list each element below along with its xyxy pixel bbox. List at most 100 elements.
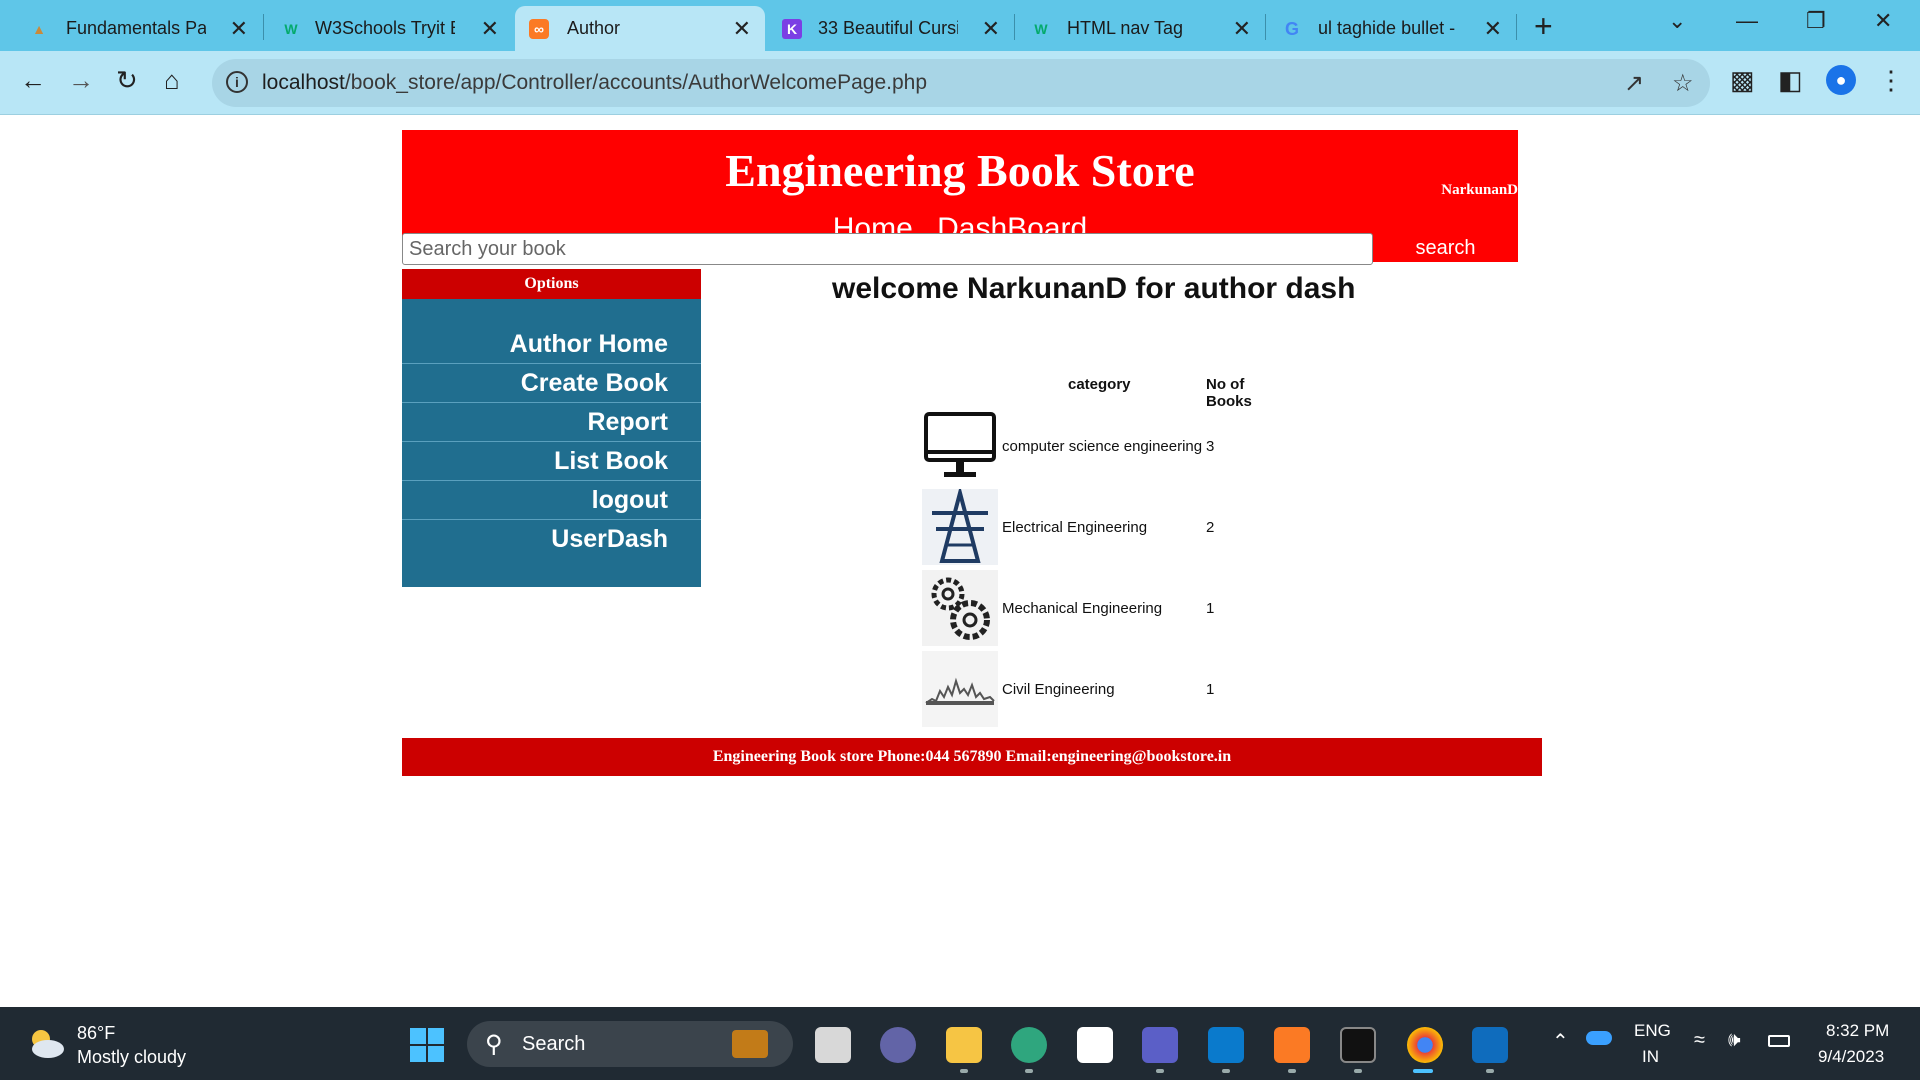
k-icon: K	[782, 19, 802, 39]
side-panel-icon[interactable]: ◧	[1778, 65, 1803, 96]
forward-arrow-icon[interactable]: →	[68, 65, 94, 96]
restore-button[interactable]: ❐	[1806, 8, 1826, 34]
taskbar-search[interactable]: ⚲ Search	[467, 1021, 793, 1067]
tab-html-nav[interactable]: W HTML nav Tag ✕	[1015, 6, 1265, 51]
onedrive-cloud-icon[interactable]	[1586, 1031, 1612, 1045]
owl-icon: ▲	[32, 21, 46, 37]
tab-label: Fundamentals Part	[66, 18, 206, 38]
menu-kebab-icon[interactable]: ⋮	[1878, 65, 1904, 96]
cloudy-weather-icon[interactable]	[26, 1025, 66, 1061]
language-top[interactable]: ENG	[1634, 1021, 1671, 1041]
sidebar-link-report[interactable]: Report	[402, 403, 701, 442]
category-name: Civil Engineering	[1002, 681, 1115, 698]
clock-time[interactable]: 8:32 PM	[1826, 1021, 1889, 1041]
extensions-puzzle-icon[interactable]: ▩	[1730, 65, 1755, 96]
city-skyline-icon	[922, 651, 998, 727]
battery-icon[interactable]	[1768, 1035, 1790, 1047]
tab-separator	[1516, 14, 1517, 40]
tab-label: HTML nav Tag	[1067, 18, 1184, 38]
language-bottom[interactable]: IN	[1642, 1047, 1659, 1067]
close-icon[interactable]: ✕	[982, 16, 1000, 42]
taskbar-search-label: Search	[522, 1033, 586, 1055]
close-icon[interactable]: ✕	[733, 16, 751, 42]
microsoft-store-icon[interactable]	[1077, 1027, 1113, 1063]
running-indicator	[1222, 1069, 1230, 1073]
welcome-heading: welcome NarkunanD for author dash	[832, 272, 1356, 305]
search-button[interactable]: search	[1373, 234, 1518, 262]
table-row: computer science engineering 3	[920, 408, 1320, 488]
sidebar-link-logout[interactable]: logout	[402, 481, 701, 520]
monitor-icon	[922, 408, 998, 484]
category-name: Mechanical Engineering	[1002, 600, 1163, 617]
table-row: Civil Engineering 1	[920, 651, 1320, 731]
file-explorer-icon[interactable]	[946, 1027, 982, 1063]
electrical-tower-icon	[922, 485, 998, 565]
search-input[interactable]	[402, 233, 1373, 265]
teams-icon[interactable]	[1142, 1027, 1178, 1063]
table-row: Mechanical Engineering 1	[920, 570, 1320, 650]
close-icon[interactable]: ✕	[1484, 16, 1502, 42]
google-icon: G	[1284, 18, 1299, 39]
tab-w3schools-tryit[interactable]: W W3Schools Tryit Ed ✕	[263, 6, 513, 51]
show-hidden-icons-chevron-icon[interactable]: ⌃	[1552, 1029, 1569, 1054]
close-icon[interactable]: ✕	[230, 16, 248, 42]
chrome-icon[interactable]	[1407, 1027, 1443, 1063]
address-bar[interactable]: i localhost/book_store/app/Controller/ac…	[212, 59, 1710, 107]
site-info-icon[interactable]: i	[226, 71, 248, 93]
sidebar-link-list-book[interactable]: List Book	[402, 442, 701, 481]
w3schools-icon: W	[284, 21, 298, 37]
clock-date[interactable]: 9/4/2023	[1818, 1047, 1884, 1067]
taskbar: 86°F Mostly cloudy ⚲ Search ⌃ ENG IN ≈ 🕪…	[0, 1007, 1920, 1080]
xampp-icon: ∞	[529, 19, 549, 39]
running-indicator	[1156, 1069, 1164, 1073]
table-row: Electrical Engineering 2	[920, 485, 1320, 569]
tab-strip: ▲ Fundamentals Part ✕ W W3Schools Tryit …	[0, 0, 1920, 51]
reload-icon[interactable]: ↻	[116, 65, 138, 96]
chat-icon[interactable]	[880, 1027, 916, 1063]
close-window-button[interactable]: ✕	[1874, 8, 1892, 34]
sidebar-link-userdash[interactable]: UserDash	[402, 520, 701, 559]
back-arrow-icon[interactable]: ←	[20, 65, 46, 96]
edge-icon[interactable]	[1011, 1027, 1047, 1063]
home-icon[interactable]: ⌂	[164, 65, 180, 96]
options-sidebar: Options Author Home Create Book Report L…	[402, 269, 701, 587]
xampp-icon[interactable]	[1274, 1027, 1310, 1063]
volume-icon[interactable]: 🕪	[1728, 1029, 1741, 1052]
close-icon[interactable]: ✕	[1233, 16, 1251, 42]
bookmark-star-icon[interactable]: ☆	[1672, 69, 1694, 98]
url-host: localhost	[262, 71, 345, 94]
mysql-workbench-icon[interactable]	[1340, 1027, 1376, 1063]
task-view-icon[interactable]	[815, 1027, 851, 1063]
logged-in-user: NarkunanD	[1441, 182, 1518, 198]
outlook-icon[interactable]	[1472, 1027, 1508, 1063]
tab-label: ul taghide bullet - G	[1318, 18, 1458, 38]
profile-avatar-icon[interactable]: ●	[1826, 65, 1856, 95]
windows-start-icon[interactable]	[410, 1028, 444, 1062]
tab-label: Author	[567, 18, 621, 38]
weather-description[interactable]: Mostly cloudy	[77, 1047, 186, 1068]
tab-author[interactable]: ∞ Author ✕	[515, 6, 765, 51]
page-content: Engineering Book Store NarkunanD Home Da…	[0, 116, 1920, 1007]
share-icon[interactable]: ↗	[1624, 69, 1644, 98]
vscode-icon[interactable]	[1208, 1027, 1244, 1063]
tab-cursive[interactable]: K 33 Beautiful Cursive ✕	[766, 6, 1014, 51]
tab-google-search[interactable]: G ul taghide bullet - G ✕	[1266, 6, 1516, 51]
column-header-category: category	[1068, 376, 1131, 393]
sidebar-link-create-book[interactable]: Create Book	[402, 364, 701, 403]
minimize-button[interactable]: —	[1736, 8, 1758, 34]
book-count: 3	[1206, 438, 1215, 455]
url-text[interactable]: localhost/book_store/app/Controller/acco…	[262, 71, 927, 95]
wifi-icon[interactable]: ≈	[1694, 1029, 1705, 1052]
running-indicator	[1288, 1069, 1296, 1073]
running-indicator	[960, 1069, 968, 1073]
tab-fundamentals[interactable]: ▲ Fundamentals Part ✕	[0, 6, 262, 51]
weather-temperature[interactable]: 86°F	[77, 1023, 115, 1044]
sidebar-link-author-home[interactable]: Author Home	[402, 325, 701, 364]
site-footer: Engineering Book store Phone:044 567890 …	[402, 738, 1542, 776]
category-name: Electrical Engineering	[1002, 519, 1148, 536]
tab-search-chevron-icon[interactable]: ⌄	[1668, 8, 1686, 34]
gears-icon	[922, 570, 998, 646]
new-tab-button[interactable]: +	[1534, 8, 1553, 45]
close-icon[interactable]: ✕	[481, 16, 499, 42]
sidebar-heading: Options	[402, 269, 701, 299]
